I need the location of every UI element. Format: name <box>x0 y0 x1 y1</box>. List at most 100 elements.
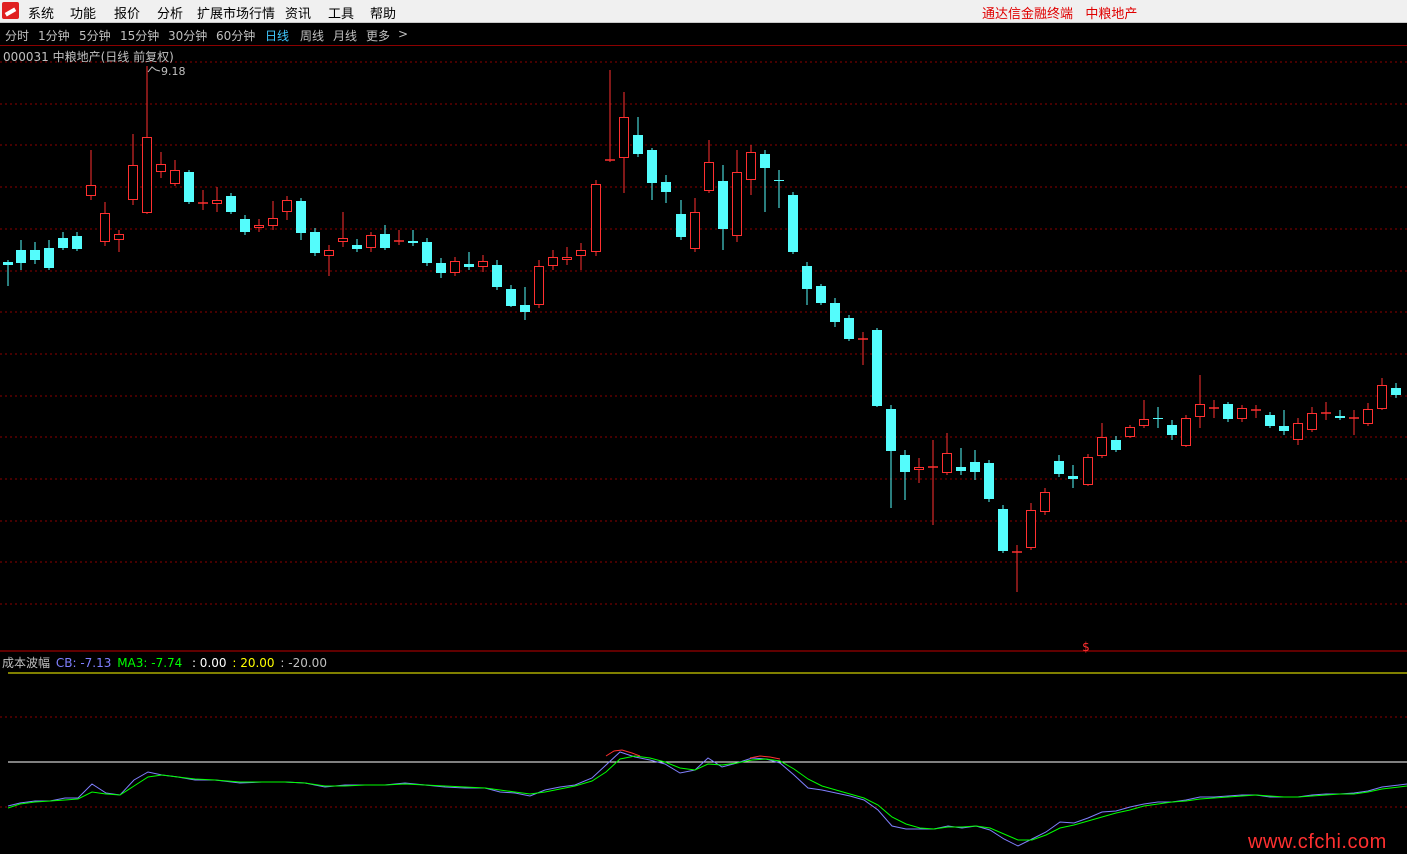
candle-body <box>254 225 264 228</box>
candle-body <box>900 455 910 472</box>
chart-title: 000031 中粮地产(日线 前复权) <box>3 50 174 64</box>
candle-body <box>1293 423 1303 440</box>
candle-body <box>128 165 138 200</box>
candle-body <box>1307 413 1317 430</box>
candle-body <box>366 235 376 248</box>
candle-body <box>830 303 840 322</box>
candle-body <box>506 289 516 306</box>
candle-body <box>732 172 742 236</box>
high-price-label: 9.18 <box>161 65 186 78</box>
level-20-value: : 20.00 <box>232 656 275 670</box>
watermark: www.cfchi.com <box>1248 831 1387 853</box>
candle-body <box>478 261 488 267</box>
candle-body <box>492 265 502 287</box>
candle-body <box>1377 385 1387 409</box>
candle-body <box>226 196 236 212</box>
candle-body <box>914 467 924 470</box>
candle-body <box>1265 415 1275 426</box>
chart-grid <box>0 61 1407 605</box>
candle-body <box>114 234 124 240</box>
candle-body <box>704 162 714 191</box>
candle-body <box>422 242 432 263</box>
candle-body <box>324 250 334 256</box>
candle-body <box>1111 440 1121 450</box>
candle-body <box>760 154 770 168</box>
candle-body <box>282 200 292 212</box>
candle-body <box>718 181 728 229</box>
candle-body <box>184 172 194 202</box>
candle-body <box>998 509 1008 551</box>
candle-body <box>1097 437 1107 456</box>
event-marker[interactable]: $ <box>1082 640 1090 654</box>
candle-body <box>1223 404 1233 419</box>
kline-chart-canvas[interactable]: $ <box>0 0 1407 852</box>
level-neg20-value: : -20.00 <box>280 656 327 670</box>
candle-body <box>690 212 700 249</box>
candle-body <box>100 213 110 242</box>
candle-body <box>520 305 530 312</box>
candle-body <box>1083 457 1093 485</box>
candle-body <box>1279 426 1289 431</box>
candle-body <box>661 182 671 192</box>
candle-body <box>142 137 152 213</box>
candle-body <box>774 180 784 181</box>
candle-body <box>970 462 980 472</box>
candle-body <box>1335 416 1345 418</box>
candle-body <box>170 170 180 184</box>
candle-body <box>1125 427 1135 437</box>
candle-body <box>58 238 68 248</box>
candle-body <box>647 150 657 183</box>
candle-body <box>240 219 250 232</box>
candle-body <box>1026 510 1036 548</box>
candle-body <box>844 318 854 339</box>
candle-body <box>44 248 54 268</box>
candle-body <box>633 135 643 154</box>
ma3-value: MA3: -7.74 <box>117 656 183 670</box>
candle-body <box>352 245 362 249</box>
candle-body <box>380 234 390 248</box>
candle-body <box>436 263 446 273</box>
level-0-value: : 0.00 <box>191 656 227 670</box>
candle-body <box>984 463 994 499</box>
candle-body <box>86 185 96 196</box>
candle-body <box>212 200 222 204</box>
candle-body <box>16 250 26 263</box>
candle-body <box>1181 418 1191 446</box>
candle-body <box>942 453 952 473</box>
candle-body <box>450 261 460 273</box>
cb-value: CB: -7.13 <box>55 656 112 670</box>
high-arrow-icon <box>147 66 161 73</box>
candle-body <box>676 214 686 237</box>
candle-body <box>1167 425 1177 435</box>
candle-body <box>268 218 278 226</box>
candle-body <box>619 117 629 158</box>
candle-body <box>872 330 882 406</box>
candle-body <box>746 152 756 180</box>
candle-body <box>576 250 586 256</box>
candle-body <box>338 238 348 242</box>
candle-body <box>156 164 166 172</box>
candle-body <box>1054 461 1064 474</box>
candle-body <box>1363 409 1373 424</box>
indicator-legend: 成本波幅 CB: -7.13 MA3: -7.74 : 0.00 : 20.00… <box>2 654 329 671</box>
candle-body <box>296 201 306 233</box>
candle-body <box>464 264 474 267</box>
candle-body <box>408 241 418 243</box>
candle-body <box>591 184 601 252</box>
candle-body <box>534 266 544 305</box>
candle-body <box>1237 408 1247 419</box>
indicator-name[interactable]: 成本波幅 <box>2 656 50 670</box>
candle-body <box>562 257 572 260</box>
candle-body <box>1139 419 1149 426</box>
candle-body <box>886 409 896 451</box>
candle-body <box>1068 476 1078 479</box>
candle-body <box>72 236 82 249</box>
candle-body <box>816 286 826 303</box>
candle-body <box>956 467 966 471</box>
candle-body <box>3 262 13 265</box>
candle-body <box>1195 404 1205 417</box>
candle-body <box>1153 418 1163 419</box>
candle-body <box>802 266 812 289</box>
candle-body <box>30 250 40 260</box>
candle-body <box>310 232 320 253</box>
